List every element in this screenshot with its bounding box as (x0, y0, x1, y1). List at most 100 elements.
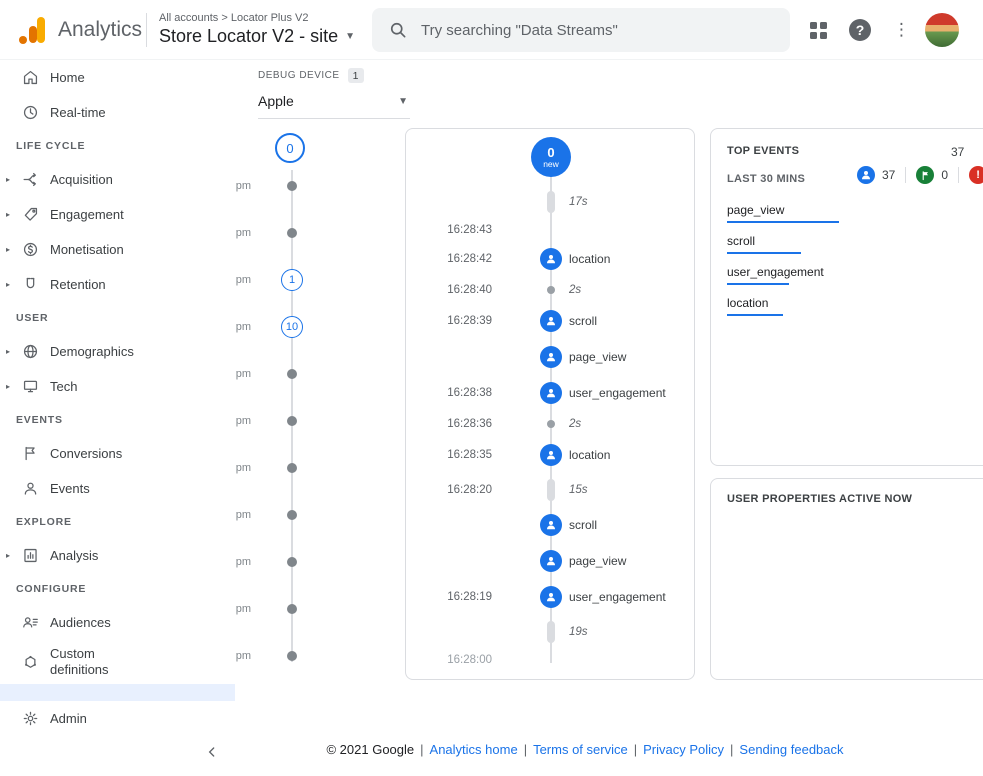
sidebar-item-retention[interactable]: ▸ Retention (0, 267, 235, 302)
minute-dot[interactable] (287, 557, 297, 567)
footer-link-terms-of-service[interactable]: Terms of service (533, 742, 628, 757)
sidebar-item-monetisation[interactable]: ▸Monetisation (0, 232, 235, 267)
apps-grid-icon[interactable] (810, 22, 827, 39)
top-event-item[interactable]: user_engagement (727, 265, 839, 285)
top-event-item[interactable]: scroll (727, 234, 839, 254)
stream-event-row[interactable]: page_view (406, 339, 694, 375)
minute-dot[interactable] (287, 604, 297, 614)
sidebar-item-conversions[interactable]: Conversions (0, 436, 235, 471)
sidebar-item-tech[interactable]: ▸Tech (0, 369, 235, 404)
property-selector[interactable]: Store Locator V2 - site ▼ (159, 26, 355, 47)
minute-row[interactable]: pm (215, 444, 355, 491)
custom-icon (20, 652, 40, 672)
expand-arrow-icon[interactable]: ▸ (0, 210, 14, 219)
minute-label: pm (215, 274, 251, 286)
search-input[interactable] (421, 22, 774, 39)
sidebar-item-events[interactable]: Events (0, 471, 235, 506)
analytics-logo[interactable]: Analytics (18, 15, 142, 45)
minute-dot[interactable] (287, 228, 297, 238)
event-name: user_engagement (569, 386, 666, 400)
minute-row[interactable]: pm10 (215, 303, 355, 350)
footer-link-sending-feedback[interactable]: Sending feedback (739, 742, 843, 757)
count-user-icon (857, 166, 875, 184)
minute-dot[interactable] (287, 651, 297, 661)
breadcrumb[interactable]: All accounts > Locator Plus V2 (159, 12, 355, 24)
minute-label: pm (215, 556, 251, 568)
help-icon[interactable]: ? (849, 19, 871, 41)
avatar[interactable] (925, 13, 959, 47)
minute-label: pm (215, 368, 251, 380)
demographics-icon (20, 342, 40, 362)
debug-device-panel: DEBUG DEVICE 1 Apple ▼ (258, 68, 410, 119)
minute-row[interactable]: pm (215, 350, 355, 397)
expand-arrow-icon[interactable]: ▸ (0, 175, 14, 184)
stream-event-row[interactable]: 16:28:42location (406, 241, 694, 277)
minute-row[interactable]: pm (215, 162, 355, 209)
top-event-item[interactable]: location (727, 296, 839, 316)
top-events-counts: 370! (857, 166, 983, 184)
current-minute-badge[interactable]: 0 (275, 133, 305, 163)
flag-icon (20, 444, 40, 464)
sidebar-item-analysis[interactable]: ▸Analysis (0, 538, 235, 573)
sidebar-item-admin[interactable]: Admin (0, 701, 235, 736)
top-event-name: location (727, 296, 839, 310)
minute-dot[interactable] (287, 510, 297, 520)
stream-event-row[interactable]: 16:28:38user_engagement (406, 375, 694, 411)
top-event-item[interactable]: page_view (727, 203, 839, 223)
minute-row[interactable]: pm (215, 585, 355, 632)
minute-row[interactable]: pm 1 (215, 256, 355, 303)
minute-row[interactable]: pm (215, 397, 355, 444)
stream-row: 16:28:43 (406, 219, 694, 241)
minute-row[interactable]: pm (215, 632, 355, 679)
event-name: scroll (569, 518, 597, 532)
stream-event-row[interactable]: 16:28:19user_engagement (406, 579, 694, 615)
minute-count-badge[interactable]: 1 (281, 269, 303, 291)
stream-event-row[interactable]: 16:28:39scroll (406, 303, 694, 339)
minute-dot[interactable] (287, 181, 297, 191)
stream-event-row[interactable]: scroll (406, 507, 694, 543)
minute-row[interactable]: pm (215, 491, 355, 538)
expand-arrow-icon[interactable]: ▸ (0, 551, 14, 560)
minute-dot[interactable] (287, 463, 297, 473)
sidebar-item-custom-definitions[interactable]: Custom definitions (0, 640, 235, 684)
sidebar-item-demographics[interactable]: ▸ Demographics (0, 334, 235, 369)
collapse-sidebar-button[interactable] (198, 740, 226, 764)
acquisition-icon (20, 170, 40, 190)
stream-event-row[interactable]: page_view (406, 543, 694, 579)
sidebar-item-acquisition[interactable]: ▸Acquisition (0, 162, 235, 197)
sidebar-selected-highlight (0, 684, 235, 701)
footer-link-analytics-home[interactable]: Analytics home (430, 742, 518, 757)
minute-row[interactable]: pm (215, 209, 355, 256)
top-events-period: LAST 30 MINS (727, 173, 805, 185)
stream-timestamp: 16:28:43 (406, 224, 492, 236)
sidebar-item-engagement[interactable]: ▸Engagement (0, 197, 235, 232)
main-content: DEBUG DEVICE 1 Apple ▼ 0 pmpmpm1pm10pmpm… (235, 60, 983, 776)
footer-links: |Analytics home|Terms of service|Privacy… (414, 742, 843, 757)
expand-arrow-icon[interactable]: ▸ (0, 245, 14, 254)
stream-timestamp: 16:28:19 (406, 591, 492, 603)
expand-arrow-icon[interactable]: ▸ (0, 280, 14, 289)
minute-dot[interactable] (287, 369, 297, 379)
expand-arrow-icon[interactable]: ▸ (0, 382, 14, 391)
sidebar-item-label: Retention (50, 277, 106, 292)
sidebar-item-home[interactable]: Home (0, 60, 235, 95)
search-bar[interactable] (372, 8, 790, 52)
chevron-down-icon: ▼ (398, 96, 408, 107)
stream-dot (547, 420, 555, 428)
expand-arrow-icon[interactable]: ▸ (0, 347, 14, 356)
minute-count-badge[interactable]: 10 (281, 316, 303, 338)
minute-row[interactable]: pm (215, 538, 355, 585)
device-select[interactable]: Apple ▼ (258, 85, 410, 119)
more-options-icon[interactable]: ⋮ (893, 20, 903, 40)
sidebar-item-real-time[interactable]: Real-time (0, 95, 235, 130)
current-second-badge: 0 new (531, 137, 571, 177)
sidebar-item-label: Custom definitions (50, 646, 138, 679)
minute-dot[interactable] (287, 416, 297, 426)
sidebar-item-label: Demographics (50, 344, 134, 359)
top-event-bar (727, 283, 789, 285)
sidebar-item-audiences[interactable]: Audiences (0, 605, 235, 640)
footer-link-privacy-policy[interactable]: Privacy Policy (643, 742, 724, 757)
analytics-logo-icon (18, 15, 48, 45)
count-divider (958, 167, 959, 183)
stream-event-row[interactable]: 16:28:35location (406, 437, 694, 473)
